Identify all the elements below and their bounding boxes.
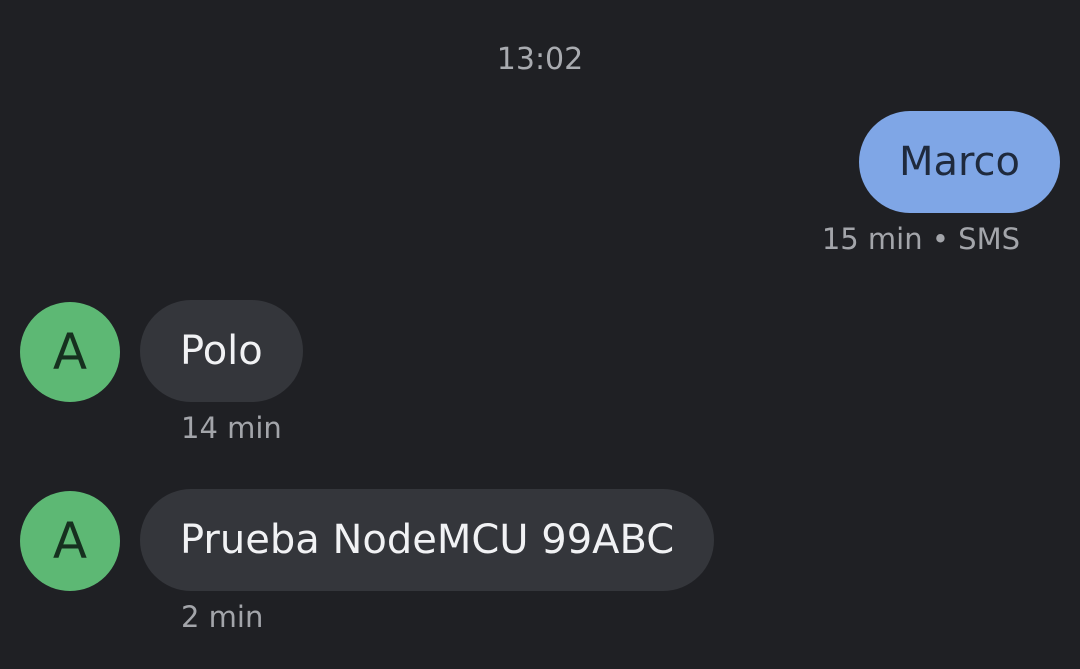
avatar[interactable]: A xyxy=(20,302,120,402)
message-meta-outgoing: 15 min • SMS xyxy=(821,222,1020,256)
conversation-timestamp: 13:02 xyxy=(496,42,584,77)
message-bubble-outgoing[interactable]: Marco xyxy=(858,111,1060,213)
message-bubble-incoming[interactable]: Prueba NodeMCU 99ABC xyxy=(140,489,715,591)
message-bubble-incoming[interactable]: Polo xyxy=(140,300,303,402)
message-meta-incoming: 14 min xyxy=(181,411,282,445)
message-meta-incoming: 2 min xyxy=(181,600,264,634)
avatar[interactable]: A xyxy=(20,491,120,591)
